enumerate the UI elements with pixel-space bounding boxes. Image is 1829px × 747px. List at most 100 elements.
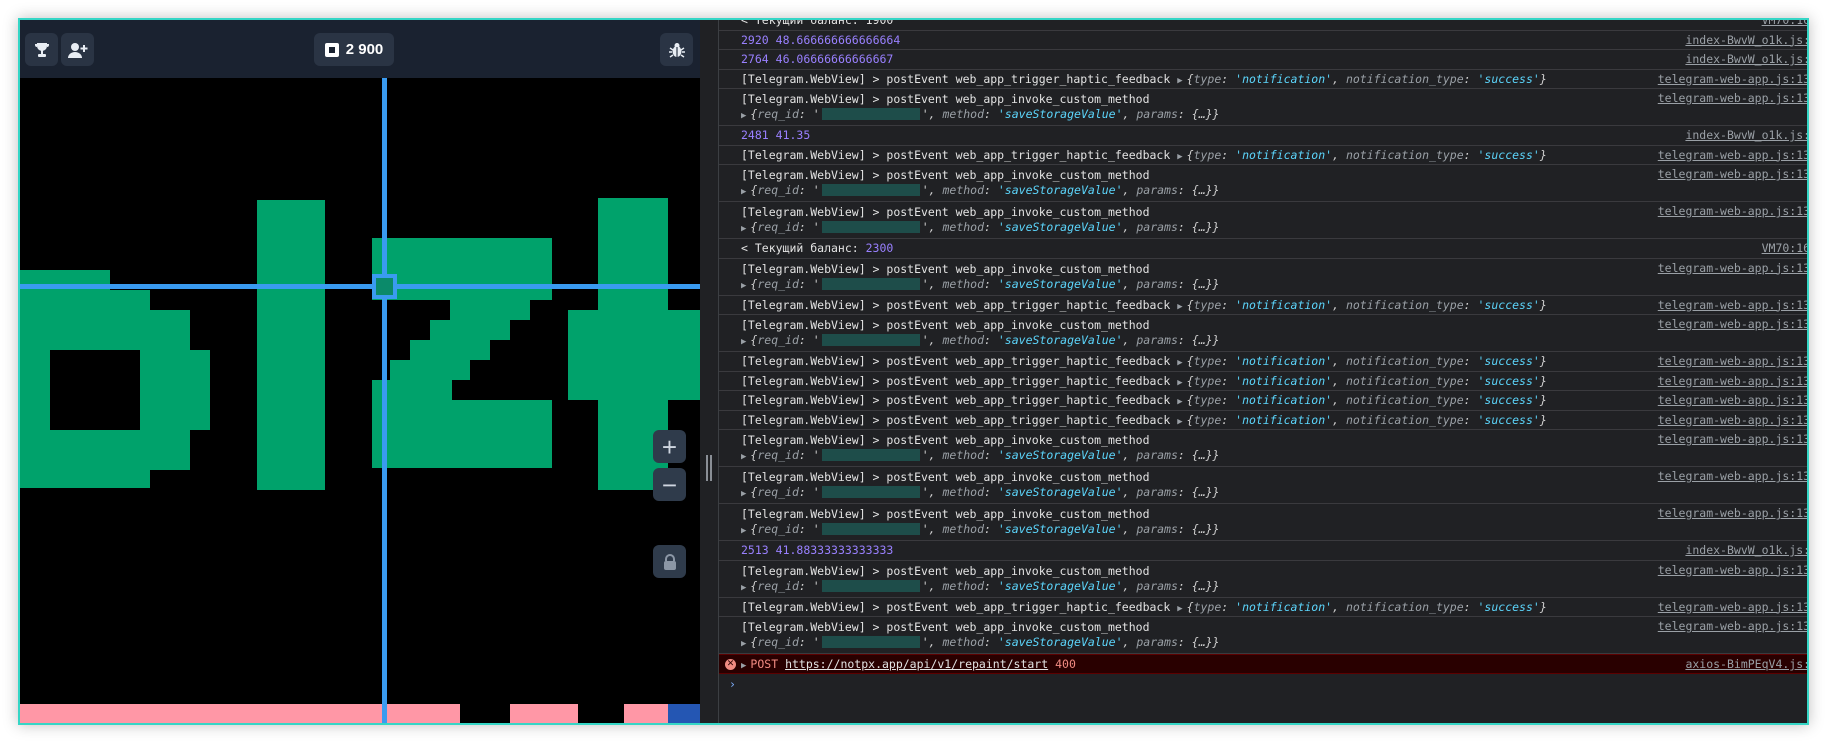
console-message-row[interactable]: [Telegram.WebView] > postEvent web_app_i…: [719, 467, 1807, 504]
console-source-link[interactable]: telegram-web-app.js:135: [1653, 469, 1807, 483]
console-object-line[interactable]: ▶ {req_id: ' ', method: 'saveStorageValue'…: [741, 448, 1803, 463]
console-object-line[interactable]: ▶ {req_id: ' ', method: 'saveStorageValue'…: [741, 220, 1803, 235]
console-message-row[interactable]: [Telegram.WebView] > postEvent web_app_i…: [719, 165, 1807, 202]
console-message-row[interactable]: [Telegram.WebView] > postEvent web_app_t…: [719, 391, 1807, 411]
console-message-row[interactable]: [Telegram.WebView] > postEvent web_app_i…: [719, 259, 1807, 296]
console-source-link[interactable]: telegram-web-app.js:135: [1653, 619, 1807, 633]
console-message-row[interactable]: [Telegram.WebView] > postEvent web_app_i…: [719, 617, 1807, 654]
console-event-name: web_app_invoke_custom_method: [955, 261, 1150, 276]
zoom-out-button[interactable]: −: [653, 468, 686, 501]
pixel-block: [20, 704, 460, 723]
console-punct: ▶: [741, 526, 747, 536]
console-source-link[interactable]: telegram-web-app.js:135: [1653, 412, 1807, 427]
pixel-canvas[interactable]: [20, 78, 700, 723]
console-message-row[interactable]: [Telegram.WebView] > postEvent web_app_i…: [719, 315, 1807, 352]
console-source-link[interactable]: telegram-web-app.js:135: [1653, 204, 1807, 218]
console-source-link[interactable]: index-BwvW_o1k.js:1: [1681, 32, 1807, 47]
console-source-link[interactable]: VM70:167: [1757, 20, 1807, 27]
console-punct: :: [984, 276, 998, 291]
object-value: {…}: [1191, 333, 1213, 347]
leaderboard-button[interactable]: [25, 33, 58, 66]
console-object-line[interactable]: ▶ {req_id: ' ', method: 'saveStorageValue'…: [741, 635, 1803, 650]
zoom-in-button[interactable]: +: [653, 430, 686, 463]
console-object-line[interactable]: ▶ {req_id: ' ', method: 'saveStorageValue'…: [741, 522, 1803, 537]
console-source-link[interactable]: telegram-web-app.js:135: [1653, 354, 1807, 368]
object-key: params: [1136, 183, 1178, 197]
console-source-link[interactable]: axios-BimPEqV4.js:3: [1681, 657, 1807, 671]
console-message-row[interactable]: [Telegram.WebView] > postEvent web_app_t…: [719, 598, 1807, 617]
invite-friend-button[interactable]: [61, 33, 94, 66]
console-message-row[interactable]: 2513 41.88333333333333 index-BwvW_o1k.js:…: [719, 541, 1807, 561]
console-punct: :: [1463, 297, 1478, 312]
balance-display[interactable]: 2 900: [314, 33, 394, 66]
console-object-line[interactable]: ▶ {req_id: ' ', method: 'saveStorageValue'…: [741, 333, 1803, 348]
console-message-row[interactable]: [Telegram.WebView] > postEvent web_app_t…: [719, 296, 1807, 315]
console-message-row[interactable]: [Telegram.WebView] > postEvent web_app_i…: [719, 561, 1807, 598]
console-message-row[interactable]: [Telegram.WebView] > postEvent web_app_t…: [719, 70, 1807, 89]
console-message-row[interactable]: < Текущий баланс: 2300VM70:167: [719, 239, 1807, 259]
console-source-link[interactable]: telegram-web-app.js:135: [1653, 297, 1807, 312]
console-source-link[interactable]: telegram-web-app.js:135: [1653, 562, 1807, 577]
console-source-link[interactable]: telegram-web-app.js:135: [1653, 167, 1807, 181]
console-punct: :: [1463, 354, 1478, 368]
console-message-row[interactable]: 2764 46.06666666666667 index-BwvW_o1k.js:…: [719, 50, 1807, 70]
console-line: [Telegram.WebView] > postEvent web_app_i…: [741, 433, 1803, 448]
console-punct: ▶: [1177, 358, 1183, 368]
console-message-row[interactable]: [Telegram.WebView] > postEvent web_app_i…: [719, 430, 1807, 467]
object-value: 'saveStorageValue': [997, 635, 1123, 649]
console-object-line[interactable]: ▶ {req_id: ' ', method: 'saveStorageValue'…: [741, 183, 1803, 198]
selected-pixel[interactable]: [372, 274, 397, 299]
console-object-line[interactable]: ▶ {req_id: ' ', method: 'saveStorageValue'…: [741, 277, 1803, 292]
console-source-link[interactable]: telegram-web-app.js:135: [1653, 599, 1807, 614]
console-source-link[interactable]: telegram-web-app.js:135: [1653, 91, 1807, 105]
console-punct: :: [1463, 373, 1478, 388]
console-source-link[interactable]: telegram-web-app.js:135: [1653, 506, 1807, 520]
console-source-link[interactable]: index-BwvW_o1k.js:1: [1681, 543, 1807, 557]
console-punct: ▶: [1177, 603, 1183, 614]
console-prompt-input[interactable]: ›: [719, 674, 1807, 694]
console-message-row[interactable]: [Telegram.WebView] > postEvent web_app_t…: [719, 411, 1807, 430]
console-source-link[interactable]: telegram-web-app.js:135: [1653, 432, 1807, 446]
panel-splitter[interactable]: [700, 20, 718, 723]
console-message-row[interactable]: < Текущий баланс: 1900 VM70:167: [719, 20, 1807, 31]
console-prefix: [Telegram.WebView] > postEvent: [741, 261, 956, 276]
console-line: ▶ POST https://notpx.app/api/v1/repaint/s…: [741, 657, 1803, 672]
console-punct: [769, 33, 776, 47]
console-source-link[interactable]: telegram-web-app.js:135: [1653, 317, 1807, 331]
console-punct: }: [1212, 183, 1220, 197]
console-message-row[interactable]: 2481 41.35 index-BwvW_o1k.js:1: [719, 126, 1807, 146]
console-source-link[interactable]: index-BwvW_o1k.js:1: [1681, 128, 1807, 142]
console-message-row[interactable]: [Telegram.WebView] > postEvent web_app_i…: [719, 89, 1807, 126]
console-message-row[interactable]: [Telegram.WebView] > postEvent web_app_t…: [719, 146, 1807, 165]
console-source-link[interactable]: VM70:167: [1757, 241, 1807, 255]
pixel-block: [20, 430, 190, 470]
console-source-link[interactable]: telegram-web-app.js:135: [1653, 393, 1807, 407]
console-source-link[interactable]: telegram-web-app.js:135: [1653, 147, 1807, 162]
debug-button[interactable]: [660, 33, 693, 66]
console-punct: ,: [1122, 107, 1137, 121]
console-message-row[interactable]: [Telegram.WebView] > postEvent web_app_i…: [719, 202, 1807, 239]
console-line: [Telegram.WebView] > postEvent web_app_i…: [741, 564, 1803, 579]
console-source-link[interactable]: telegram-web-app.js:135: [1653, 373, 1807, 388]
console-message-row[interactable]: [Telegram.WebView] > postEvent web_app_i…: [719, 504, 1807, 541]
lock-button[interactable]: [653, 545, 686, 578]
console-error-row[interactable]: ✕ ▶ POST https://notpx.app/api/v1/repaint/…: [719, 654, 1807, 674]
console-object-line[interactable]: ▶ {req_id: ' ', method: 'saveStorageValue'…: [741, 485, 1803, 500]
console-source-link[interactable]: telegram-web-app.js:135: [1653, 71, 1807, 86]
console-source-link[interactable]: index-BwvW_o1k.js:1: [1681, 52, 1807, 66]
pixel-block: [20, 290, 150, 310]
redacted-value: [821, 184, 920, 196]
object-value: {…}: [1191, 276, 1213, 291]
console-punct: }: [1212, 276, 1220, 291]
request-url-link[interactable]: https://notpx.app/api/v1/repaint/start: [785, 657, 1048, 671]
console-prefix: [Telegram.WebView] > postEvent: [741, 354, 956, 368]
console-text: < Текущий баланс: 1900: [741, 20, 894, 27]
pixel-block: [568, 310, 700, 400]
console-line: 2513 41.88333333333333: [741, 543, 1803, 558]
console-message-row[interactable]: 2920 48.666666666666664 index-BwvW_o1k.js…: [719, 31, 1807, 50]
console-object-line[interactable]: ▶ {req_id: ' ', method: 'saveStorageValue'…: [741, 107, 1803, 122]
console-message-row[interactable]: [Telegram.WebView] > postEvent web_app_t…: [719, 372, 1807, 391]
console-source-link[interactable]: telegram-web-app.js:135: [1653, 260, 1807, 275]
console-object-line[interactable]: ▶ {req_id: ' ', method: 'saveStorageValue'…: [741, 579, 1803, 594]
console-message-row[interactable]: [Telegram.WebView] > postEvent web_app_t…: [719, 352, 1807, 372]
